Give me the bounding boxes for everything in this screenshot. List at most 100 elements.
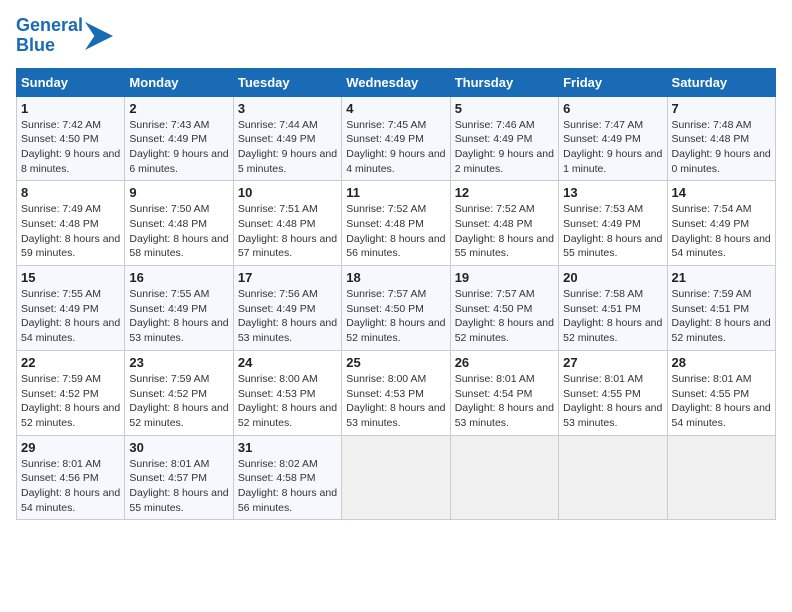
calendar-cell: 1Sunrise: 7:42 AM Sunset: 4:50 PM Daylig… <box>17 96 125 181</box>
calendar-cell: 8 Sunrise: 7:49 AM Sunset: 4:48 PM Daylig… <box>17 181 125 266</box>
cell-info: Sunrise: 7:42 AM Sunset: 4:50 PM Dayligh… <box>21 118 120 177</box>
page-header: General Blue <box>16 16 776 56</box>
calendar-week-3: 22Sunrise: 7:59 AM Sunset: 4:52 PM Dayli… <box>17 350 776 435</box>
header-day-saturday: Saturday <box>667 68 775 96</box>
calendar-cell: 28 Sunrise: 8:01 AM Sunset: 4:55 PM Dayli… <box>667 350 775 435</box>
calendar-cell: 4 Sunrise: 7:45 AM Sunset: 4:49 PM Daylig… <box>342 96 450 181</box>
calendar-cell: 13Sunrise: 7:53 AM Sunset: 4:49 PM Dayli… <box>559 181 667 266</box>
calendar-cell: 5 Sunrise: 7:46 AM Sunset: 4:49 PM Daylig… <box>450 96 558 181</box>
cell-info: Sunrise: 7:59 AM Sunset: 4:52 PM Dayligh… <box>129 372 228 431</box>
calendar-cell <box>342 435 450 520</box>
calendar-cell <box>559 435 667 520</box>
header-day-monday: Monday <box>125 68 233 96</box>
logo-text2: Blue <box>16 36 83 56</box>
calendar-cell: 14Sunrise: 7:54 AM Sunset: 4:49 PM Dayli… <box>667 181 775 266</box>
day-number: 29 <box>21 440 120 455</box>
day-number: 8 <box>21 185 120 200</box>
cell-info: Sunrise: 7:57 AM Sunset: 4:50 PM Dayligh… <box>455 287 554 346</box>
calendar-cell: 11 Sunrise: 7:52 AM Sunset: 4:48 PM Dayli… <box>342 181 450 266</box>
calendar-cell: 9Sunrise: 7:50 AM Sunset: 4:48 PM Daylig… <box>125 181 233 266</box>
cell-info: Sunrise: 7:51 AM Sunset: 4:48 PM Dayligh… <box>238 202 337 261</box>
day-number: 25 <box>346 355 445 370</box>
calendar-table: SundayMondayTuesdayWednesdayThursdayFrid… <box>16 68 776 521</box>
calendar-cell: 25 Sunrise: 8:00 AM Sunset: 4:53 PM Dayli… <box>342 350 450 435</box>
day-number: 20 <box>563 270 662 285</box>
calendar-cell: 6Sunrise: 7:47 AM Sunset: 4:49 PM Daylig… <box>559 96 667 181</box>
calendar-week-1: 8 Sunrise: 7:49 AM Sunset: 4:48 PM Daylig… <box>17 181 776 266</box>
day-number: 4 <box>346 101 445 116</box>
calendar-body: 1Sunrise: 7:42 AM Sunset: 4:50 PM Daylig… <box>17 96 776 520</box>
calendar-cell <box>667 435 775 520</box>
day-number: 3 <box>238 101 337 116</box>
cell-info: Sunrise: 7:55 AM Sunset: 4:49 PM Dayligh… <box>21 287 120 346</box>
logo-arrow-icon <box>85 22 113 50</box>
calendar-cell: 26Sunrise: 8:01 AM Sunset: 4:54 PM Dayli… <box>450 350 558 435</box>
cell-info: Sunrise: 8:01 AM Sunset: 4:55 PM Dayligh… <box>672 372 771 431</box>
day-number: 6 <box>563 101 662 116</box>
calendar-cell: 22Sunrise: 7:59 AM Sunset: 4:52 PM Dayli… <box>17 350 125 435</box>
calendar-cell: 7 Sunrise: 7:48 AM Sunset: 4:48 PM Daylig… <box>667 96 775 181</box>
cell-info: Sunrise: 8:01 AM Sunset: 4:54 PM Dayligh… <box>455 372 554 431</box>
cell-info: Sunrise: 8:00 AM Sunset: 4:53 PM Dayligh… <box>238 372 337 431</box>
calendar-cell: 27 Sunrise: 8:01 AM Sunset: 4:55 PM Dayli… <box>559 350 667 435</box>
cell-info: Sunrise: 8:01 AM Sunset: 4:55 PM Dayligh… <box>563 372 662 431</box>
day-number: 2 <box>129 101 228 116</box>
day-number: 16 <box>129 270 228 285</box>
cell-info: Sunrise: 7:45 AM Sunset: 4:49 PM Dayligh… <box>346 118 445 177</box>
cell-info: Sunrise: 7:59 AM Sunset: 4:52 PM Dayligh… <box>21 372 120 431</box>
day-number: 5 <box>455 101 554 116</box>
calendar-cell: 29Sunrise: 8:01 AM Sunset: 4:56 PM Dayli… <box>17 435 125 520</box>
calendar-cell: 16 Sunrise: 7:55 AM Sunset: 4:49 PM Dayli… <box>125 266 233 351</box>
cell-info: Sunrise: 7:52 AM Sunset: 4:48 PM Dayligh… <box>346 202 445 261</box>
header-day-tuesday: Tuesday <box>233 68 341 96</box>
calendar-cell: 12 Sunrise: 7:52 AM Sunset: 4:48 PM Dayli… <box>450 181 558 266</box>
day-number: 27 <box>563 355 662 370</box>
day-number: 7 <box>672 101 771 116</box>
day-number: 15 <box>21 270 120 285</box>
day-number: 31 <box>238 440 337 455</box>
day-number: 12 <box>455 185 554 200</box>
day-number: 28 <box>672 355 771 370</box>
calendar-cell: 21 Sunrise: 7:59 AM Sunset: 4:51 PM Dayli… <box>667 266 775 351</box>
calendar-cell: 3 Sunrise: 7:44 AM Sunset: 4:49 PM Daylig… <box>233 96 341 181</box>
cell-info: Sunrise: 8:00 AM Sunset: 4:53 PM Dayligh… <box>346 372 445 431</box>
day-number: 30 <box>129 440 228 455</box>
day-number: 23 <box>129 355 228 370</box>
cell-info: Sunrise: 7:57 AM Sunset: 4:50 PM Dayligh… <box>346 287 445 346</box>
calendar-week-2: 15 Sunrise: 7:55 AM Sunset: 4:49 PM Dayli… <box>17 266 776 351</box>
day-number: 13 <box>563 185 662 200</box>
calendar-cell: 17Sunrise: 7:56 AM Sunset: 4:49 PM Dayli… <box>233 266 341 351</box>
day-number: 10 <box>238 185 337 200</box>
day-number: 24 <box>238 355 337 370</box>
header-day-wednesday: Wednesday <box>342 68 450 96</box>
header-day-thursday: Thursday <box>450 68 558 96</box>
header-day-friday: Friday <box>559 68 667 96</box>
cell-info: Sunrise: 7:49 AM Sunset: 4:48 PM Dayligh… <box>21 202 120 261</box>
cell-info: Sunrise: 7:48 AM Sunset: 4:48 PM Dayligh… <box>672 118 771 177</box>
cell-info: Sunrise: 7:55 AM Sunset: 4:49 PM Dayligh… <box>129 287 228 346</box>
day-number: 21 <box>672 270 771 285</box>
day-number: 14 <box>672 185 771 200</box>
calendar-week-4: 29Sunrise: 8:01 AM Sunset: 4:56 PM Dayli… <box>17 435 776 520</box>
day-number: 17 <box>238 270 337 285</box>
calendar-cell: 20Sunrise: 7:58 AM Sunset: 4:51 PM Dayli… <box>559 266 667 351</box>
calendar-cell: 30 Sunrise: 8:01 AM Sunset: 4:57 PM Dayli… <box>125 435 233 520</box>
cell-info: Sunrise: 7:52 AM Sunset: 4:48 PM Dayligh… <box>455 202 554 261</box>
day-number: 9 <box>129 185 228 200</box>
calendar-week-0: 1Sunrise: 7:42 AM Sunset: 4:50 PM Daylig… <box>17 96 776 181</box>
calendar-cell: 23 Sunrise: 7:59 AM Sunset: 4:52 PM Dayli… <box>125 350 233 435</box>
calendar-cell: 2Sunrise: 7:43 AM Sunset: 4:49 PM Daylig… <box>125 96 233 181</box>
calendar-cell: 18 Sunrise: 7:57 AM Sunset: 4:50 PM Dayli… <box>342 266 450 351</box>
day-number: 18 <box>346 270 445 285</box>
calendar-cell: 10 Sunrise: 7:51 AM Sunset: 4:48 PM Dayli… <box>233 181 341 266</box>
day-number: 19 <box>455 270 554 285</box>
cell-info: Sunrise: 7:59 AM Sunset: 4:51 PM Dayligh… <box>672 287 771 346</box>
header-day-sunday: Sunday <box>17 68 125 96</box>
cell-info: Sunrise: 7:44 AM Sunset: 4:49 PM Dayligh… <box>238 118 337 177</box>
cell-info: Sunrise: 8:02 AM Sunset: 4:58 PM Dayligh… <box>238 457 337 516</box>
calendar-header: SundayMondayTuesdayWednesdayThursdayFrid… <box>17 68 776 96</box>
day-number: 11 <box>346 185 445 200</box>
cell-info: Sunrise: 7:46 AM Sunset: 4:49 PM Dayligh… <box>455 118 554 177</box>
cell-info: Sunrise: 8:01 AM Sunset: 4:57 PM Dayligh… <box>129 457 228 516</box>
calendar-cell: 31 Sunrise: 8:02 AM Sunset: 4:58 PM Dayli… <box>233 435 341 520</box>
